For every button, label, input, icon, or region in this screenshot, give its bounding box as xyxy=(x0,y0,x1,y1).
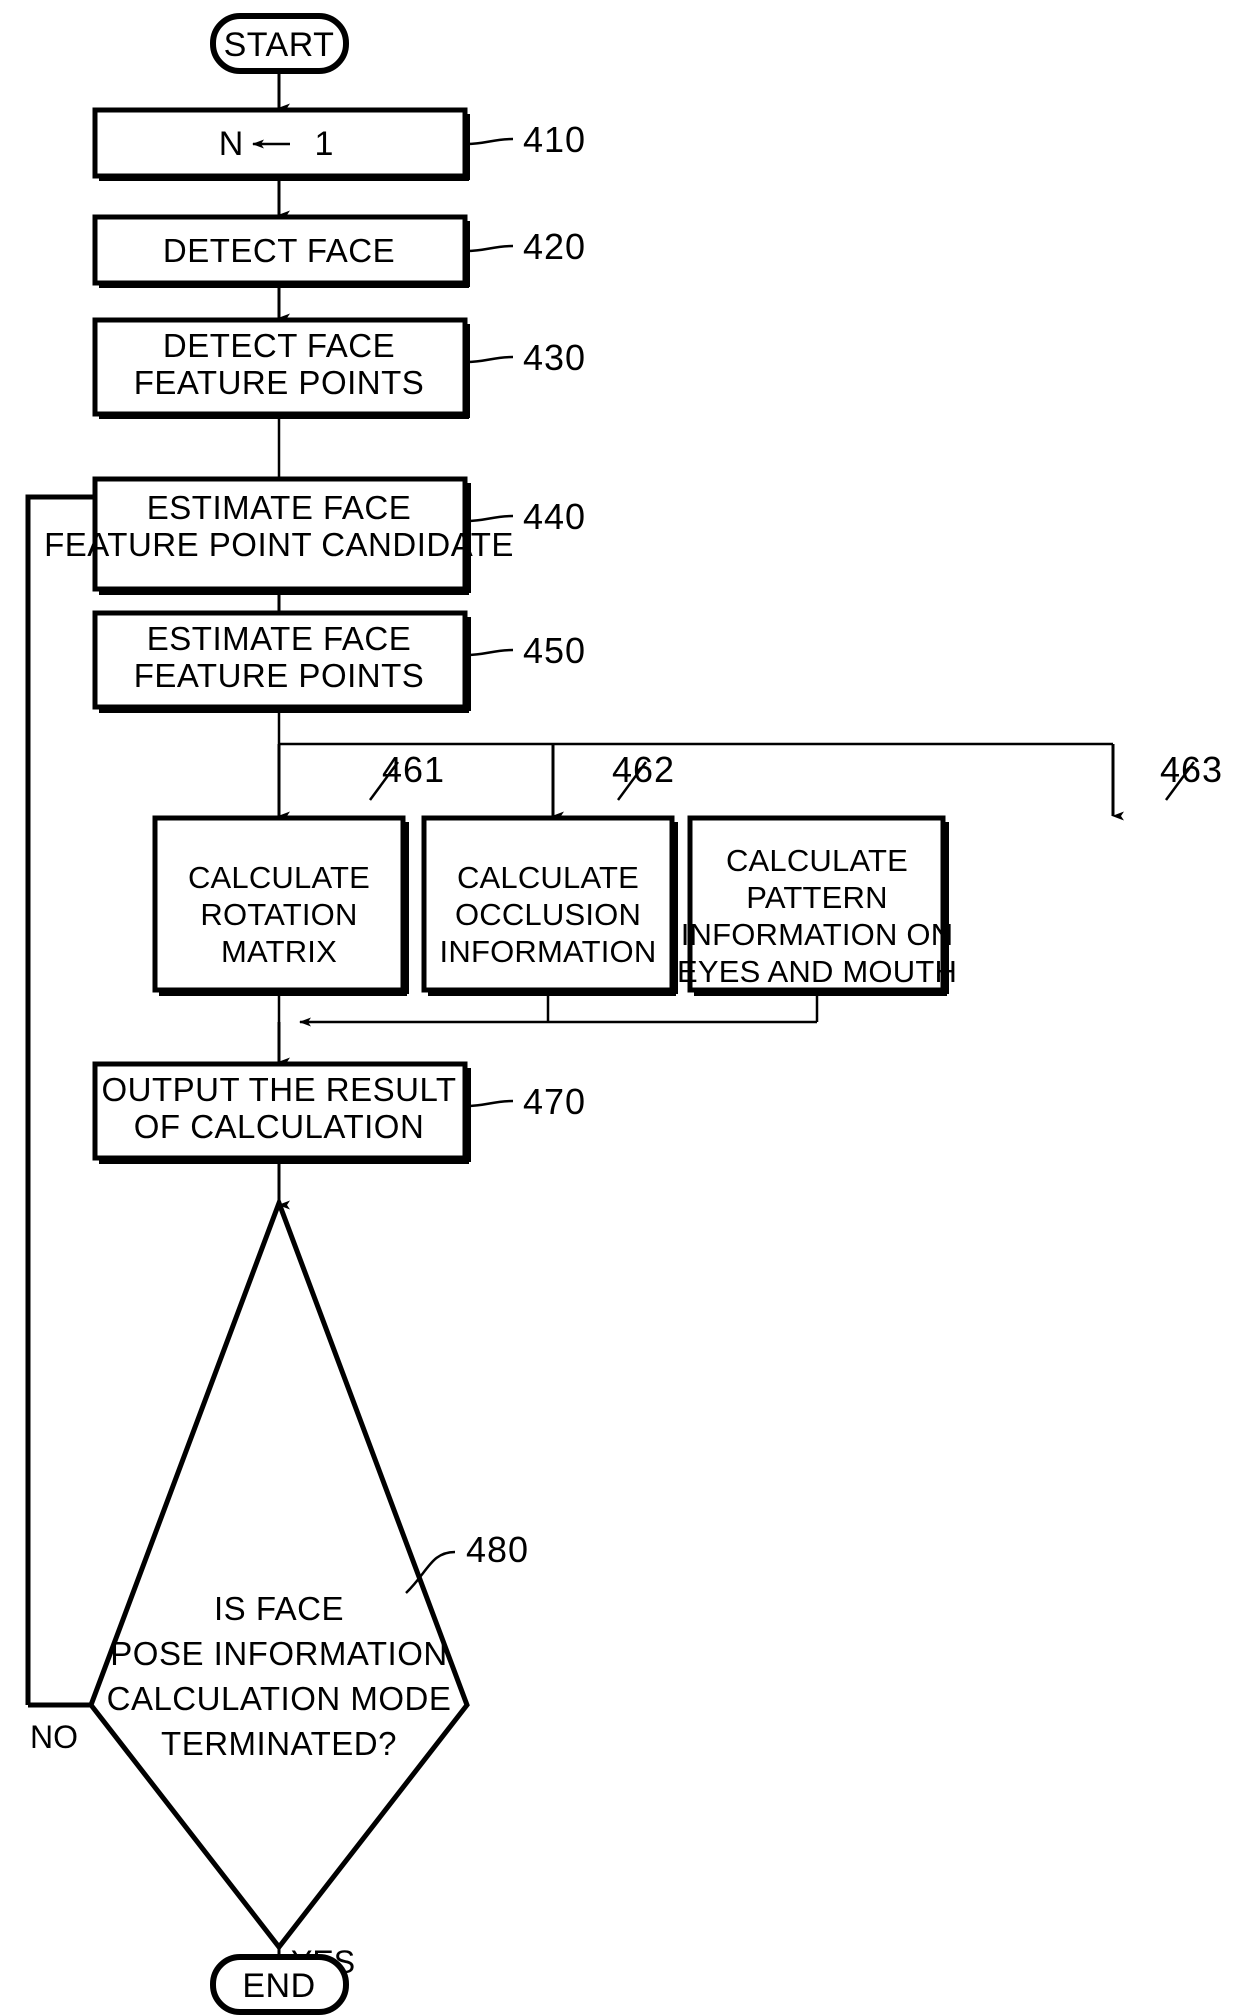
node-calc-rotation: CALCULATE ROTATION MATRIX xyxy=(152,815,409,996)
output-line1: OUTPUT THE RESULT xyxy=(101,1071,456,1108)
init-shadow-right xyxy=(465,114,470,180)
node-start: START xyxy=(210,13,349,74)
start-label: START xyxy=(224,26,335,64)
output-shadow-right xyxy=(465,1068,471,1162)
calc-occlusion-line2: OCCLUSION xyxy=(455,897,641,932)
calc-rotation-line3: MATRIX xyxy=(221,934,337,969)
ref-leader-450 xyxy=(465,648,514,657)
end-label: END xyxy=(242,1967,315,2005)
detect-face-shadow xyxy=(99,283,469,288)
ref-label-440: 440 xyxy=(523,496,586,537)
ref-leader-470 xyxy=(465,1099,514,1108)
calc-rotation-shadow xyxy=(159,990,407,996)
calc-pattern-line4: EYES AND MOUTH xyxy=(677,954,957,989)
ref-label-463: 463 xyxy=(1160,749,1223,790)
detect-points-line2: FEATURE POINTS xyxy=(134,364,425,401)
decision-line4: TERMINATED? xyxy=(161,1725,397,1762)
flowchart-figure: START N 1 410 DETECT FACE 420 DETECT FAC… xyxy=(0,0,1242,2015)
detect-face-label: DETECT FACE xyxy=(163,232,395,269)
init-var: N xyxy=(219,125,244,163)
calc-pattern-line1: CALCULATE xyxy=(726,843,908,878)
node-decision: IS FACE POSE INFORMATION CALCULATION MOD… xyxy=(88,1195,470,1952)
node-estimate-candidate: ESTIMATE FACE FEATURE POINT CANDIDATE xyxy=(44,476,514,595)
node-calc-occlusion: CALCULATE OCCLUSION INFORMATION xyxy=(421,815,678,996)
node-detect-points: DETECT FACE FEATURE POINTS xyxy=(92,317,470,419)
calc-occlusion-shadow xyxy=(428,990,676,996)
output-line2: OF CALCULATION xyxy=(134,1108,425,1145)
estimate-candidate-shadow xyxy=(99,589,469,595)
calc-rotation-line2: ROTATION xyxy=(200,897,357,932)
init-shadow xyxy=(99,176,469,181)
ref-label-462: 462 xyxy=(612,749,675,790)
ref-label-470: 470 xyxy=(523,1081,586,1122)
calc-occlusion-line3: INFORMATION xyxy=(440,934,657,969)
estimate-candidate-line2: FEATURE POINT CANDIDATE xyxy=(44,526,514,563)
decision-line2: POSE INFORMATION xyxy=(110,1635,447,1672)
ref-label-410: 410 xyxy=(523,119,586,160)
decision-line3: CALCULATION MODE xyxy=(107,1680,452,1717)
detect-points-shadow xyxy=(99,414,469,419)
node-calc-pattern: CALCULATE PATTERN INFORMATION ON EYES AN… xyxy=(677,815,957,996)
init-value: 1 xyxy=(315,125,334,163)
node-output: OUTPUT THE RESULT OF CALCULATION xyxy=(92,1061,471,1164)
node-detect-face: DETECT FACE xyxy=(92,214,470,288)
ref-label-450: 450 xyxy=(523,630,586,671)
estimate-points-shadow-right xyxy=(465,617,471,711)
decision-line1: IS FACE xyxy=(214,1590,344,1627)
estimate-candidate-line1: ESTIMATE FACE xyxy=(147,489,411,526)
node-end: END xyxy=(210,1954,349,2015)
node-estimate-points: ESTIMATE FACE FEATURE POINTS xyxy=(92,610,471,713)
ref-leader-440 xyxy=(465,514,514,523)
ref-leader-430 xyxy=(465,355,514,364)
estimate-points-shadow xyxy=(99,707,469,713)
calc-pattern-line2: PATTERN xyxy=(746,880,887,915)
ref-leader-410 xyxy=(465,137,514,146)
calc-rotation-line1: CALCULATE xyxy=(188,860,370,895)
ref-label-430: 430 xyxy=(523,337,586,378)
calc-occlusion-line1: CALCULATE xyxy=(457,860,639,895)
calc-pattern-line3: INFORMATION ON xyxy=(681,917,954,952)
estimate-points-line2: FEATURE POINTS xyxy=(134,657,425,694)
ref-label-461: 461 xyxy=(382,749,445,790)
output-shadow xyxy=(99,1158,469,1164)
edge-label-no: NO xyxy=(30,1719,78,1755)
ref-label-480: 480 xyxy=(466,1529,529,1570)
ref-label-420: 420 xyxy=(523,226,586,267)
detect-points-line1: DETECT FACE xyxy=(163,327,395,364)
ref-leader-420 xyxy=(465,244,514,253)
flowchart-canvas: START N 1 410 DETECT FACE 420 DETECT FAC… xyxy=(25,13,1223,2015)
node-init: N 1 xyxy=(92,107,470,181)
calc-rotation-shadow-right xyxy=(403,822,409,994)
estimate-points-line1: ESTIMATE FACE xyxy=(147,620,411,657)
decision-shape xyxy=(88,1195,470,1952)
detect-face-shadow-right xyxy=(465,221,470,287)
detect-points-shadow-right xyxy=(465,324,470,418)
calc-pattern-shadow xyxy=(694,990,947,996)
